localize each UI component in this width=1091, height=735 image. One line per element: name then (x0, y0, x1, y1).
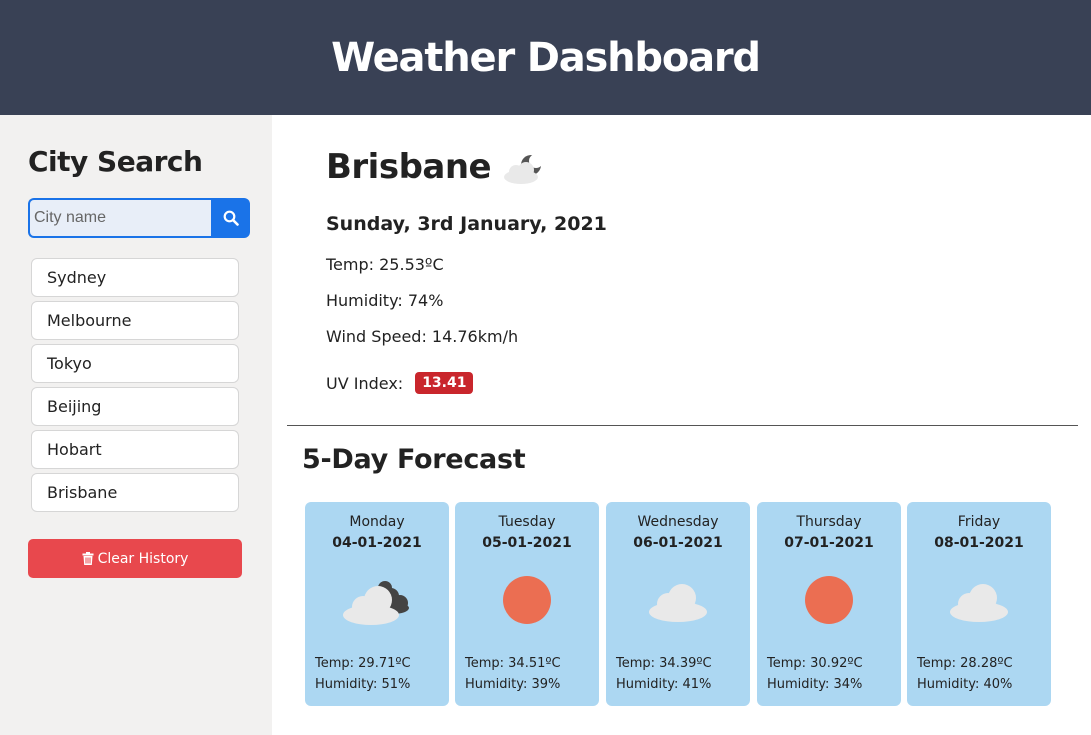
city-name: Brisbane (326, 147, 492, 187)
forecast-heading: 5-Day Forecast (302, 444, 526, 475)
city-search-heading: City Search (28, 145, 203, 178)
city-heading-row: Brisbane (326, 145, 1026, 189)
uv-index-label: UV Index: (326, 373, 404, 393)
uv-index-badge: 13.41 (415, 372, 474, 394)
forecast-temp: Temp: 34.39ºC (616, 656, 712, 671)
forecast-day: Monday (349, 514, 405, 530)
history-item-melbourne[interactable]: Melbourne (31, 301, 239, 340)
partly-cloudy-night-icon (504, 154, 544, 184)
city-search-input[interactable] (28, 198, 212, 238)
history-item-hobart[interactable]: Hobart (31, 430, 239, 469)
page-title: Weather Dashboard (331, 34, 761, 81)
sun-icon (805, 576, 853, 624)
forecast-humidity: Humidity: 41% (616, 677, 712, 692)
forecast-card: Tuesday 05-01-2021 Temp: 34.51ºC Humidit… (455, 502, 599, 706)
trash-icon (82, 552, 94, 565)
forecast-day: Friday (957, 514, 1001, 530)
forecast-humidity: Humidity: 51% (315, 677, 411, 692)
current-wind-speed: Wind Speed: 14.76km/h (326, 327, 519, 346)
forecast-card: Friday 08-01-2021 Temp: 28.28ºC Humidity… (907, 502, 1051, 706)
section-divider (287, 425, 1078, 426)
history-item-brisbane[interactable]: Brisbane (31, 473, 239, 512)
current-temp: Temp: 25.53ºC (326, 255, 444, 274)
uv-index-row: UV Index: 13.41 (326, 372, 474, 394)
search-button[interactable] (211, 198, 250, 238)
current-humidity: Humidity: 74% (326, 291, 444, 310)
forecast-card: Monday 04-01-2021 Temp: 29.71ºC Humidity… (305, 502, 449, 706)
forecast-humidity: Humidity: 40% (917, 677, 1013, 692)
forecast-humidity: Humidity: 39% (465, 677, 561, 692)
forecast-day: Thursday (796, 514, 862, 530)
forecast-date: 07-01-2021 (784, 535, 874, 551)
forecast-temp: Temp: 30.92ºC (767, 656, 863, 671)
search-history-list: Sydney Melbourne Tokyo Beijing Hobart Br… (31, 258, 239, 516)
forecast-card: Wednesday 06-01-2021 Temp: 34.39ºC Humid… (606, 502, 750, 706)
history-item-sydney[interactable]: Sydney (31, 258, 239, 297)
forecast-day: Wednesday (637, 514, 719, 530)
sun-icon (503, 576, 551, 624)
forecast-temp: Temp: 29.71ºC (315, 656, 411, 671)
forecast-temp: Temp: 28.28ºC (917, 656, 1013, 671)
search-icon (223, 210, 239, 226)
forecast-humidity: Humidity: 34% (767, 677, 863, 692)
cloud-icon (950, 584, 1008, 622)
forecast-card: Thursday 07-01-2021 Temp: 30.92ºC Humidi… (757, 502, 901, 706)
history-item-beijing[interactable]: Beijing (31, 387, 239, 426)
current-date: Sunday, 3rd January, 2021 (326, 213, 607, 235)
clear-history-button[interactable]: Clear History (28, 539, 242, 578)
forecast-date: 05-01-2021 (482, 535, 572, 551)
cloud-icon (649, 584, 707, 622)
sidebar: City Search Sydney Melbourne Tokyo Beiji… (0, 115, 272, 735)
clear-history-label: Clear History (97, 550, 189, 567)
forecast-date: 04-01-2021 (332, 535, 422, 551)
forecast-day: Tuesday (498, 514, 556, 530)
cloud-with-dark-cloud-icon (343, 581, 409, 625)
forecast-temp: Temp: 34.51ºC (465, 656, 561, 671)
forecast-date: 08-01-2021 (934, 535, 1024, 551)
current-weather: Brisbane Sunday, 3rd January, 2021 Temp:… (326, 145, 1026, 394)
search-bar (28, 198, 250, 238)
forecast-date: 06-01-2021 (633, 535, 723, 551)
history-item-tokyo[interactable]: Tokyo (31, 344, 239, 383)
app-header: Weather Dashboard (0, 0, 1091, 115)
